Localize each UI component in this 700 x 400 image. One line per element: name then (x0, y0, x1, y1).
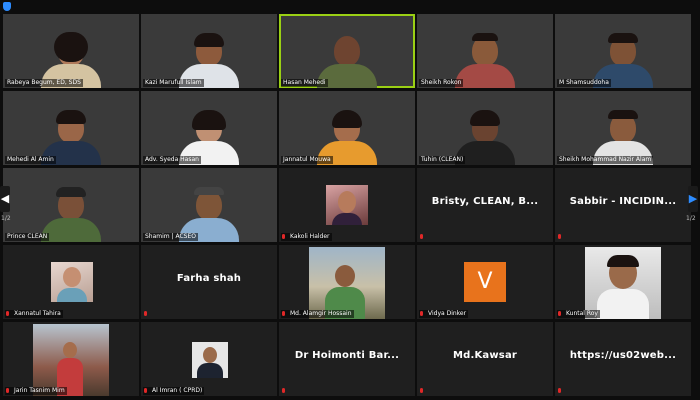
participant-name: Tuhin (CLEAN) (419, 156, 466, 164)
participant-tile[interactable]: V Vidya Dinker (417, 245, 553, 319)
muted-mic-icon (143, 311, 148, 318)
page-indicator-left: 1/2 (1, 215, 11, 222)
participant-tile-active-speaker[interactable]: Hasan Mehedi (279, 14, 415, 88)
previous-page-button[interactable]: ◀ (0, 186, 10, 212)
participant-name: Md. Alamgir Hossain (281, 310, 354, 318)
participant-name: Sheikh Mohammad Nazir Alam (557, 156, 654, 164)
participant-tile[interactable]: Sabbir - INCIDIN... (555, 168, 691, 242)
participant-tile[interactable]: Dr Hoimonti Bar... (279, 322, 415, 396)
participant-name: Sheikh Rokon (419, 79, 464, 87)
participant-name: Xannatul Tahira (5, 310, 63, 318)
profile-photo (192, 342, 228, 378)
gallery-view: Rabeya Begum, ED, SDS Kazi Marufull Isla… (0, 0, 700, 400)
participant-tile[interactable]: Md.Kawsar (417, 322, 553, 396)
participant-tile[interactable]: Jarin Tasnim Mim (3, 322, 139, 396)
participant-tile[interactable]: Xannatul Tahira (3, 245, 139, 319)
participant-name: Prince CLEAN (5, 233, 50, 241)
participant-tile[interactable]: Kuntal Roy (555, 245, 691, 319)
page-indicator-right: 1/2 (686, 215, 696, 222)
participant-tile[interactable]: Sheikh Mohammad Nazir Alam (555, 91, 691, 165)
muted-mic-icon (5, 388, 10, 395)
participant-tile[interactable]: Farha shah (141, 245, 277, 319)
participant-display-name: Bristy, CLEAN, B... (431, 196, 539, 207)
participant-tile[interactable]: Mehedi Al Amin (3, 91, 139, 165)
profile-photo (309, 247, 385, 319)
participant-name: Rabeya Begum, ED, SDS (5, 79, 83, 87)
participant-tile[interactable]: Md. Alamgir Hossain (279, 245, 415, 319)
participant-name: Vidya Dinker (419, 310, 469, 318)
participant-tile[interactable]: Shamim | ACSEO (141, 168, 277, 242)
participant-name: Kuntal Roy (557, 310, 600, 318)
avatar-letter: V (464, 262, 506, 302)
muted-mic-icon (281, 311, 286, 318)
next-page-button[interactable]: ▶ (688, 186, 698, 212)
participant-display-name: https://us02web... (569, 350, 677, 361)
participant-name: Al Imran ( CPRD) (143, 387, 205, 395)
participant-name: Kakoli Halder (281, 233, 332, 241)
muted-mic-icon (557, 311, 562, 318)
muted-mic-icon (419, 388, 424, 395)
participant-video (41, 187, 101, 242)
participant-tile[interactable]: Rabeya Begum, ED, SDS (3, 14, 139, 88)
participant-tile[interactable]: Adv. Syeda Hasan (141, 91, 277, 165)
participant-tile[interactable]: https://us02web... (555, 322, 691, 396)
participant-name: Kazi Marufull Islam (143, 79, 204, 87)
participant-name: Mehedi Al Amin (5, 156, 56, 164)
participant-tile[interactable]: Tuhin (CLEAN) (417, 91, 553, 165)
participant-name: Hasan Mehedi (281, 79, 328, 87)
participant-display-name: Dr Hoimonti Bar... (294, 350, 400, 361)
muted-mic-icon (419, 311, 424, 318)
participant-name: Jannatul Mouwa (281, 156, 333, 164)
participant-tile[interactable]: Kazi Marufull Islam (141, 14, 277, 88)
muted-mic-icon (5, 311, 10, 318)
participant-tile[interactable]: Prince CLEAN (3, 168, 139, 242)
muted-mic-icon (281, 388, 286, 395)
profile-photo (585, 247, 661, 319)
participant-name: Shamim | ACSEO (143, 233, 198, 241)
muted-mic-icon (281, 234, 286, 241)
participant-video (455, 33, 515, 88)
participant-tile[interactable]: Bristy, CLEAN, B... (417, 168, 553, 242)
muted-mic-icon (419, 234, 424, 241)
participant-name: Adv. Syeda Hasan (143, 156, 201, 164)
participant-tile[interactable]: Kakoli Halder (279, 168, 415, 242)
security-shield-icon[interactable] (3, 2, 11, 11)
participant-name: Jarin Tasnim Mim (5, 387, 67, 395)
profile-photo (326, 185, 368, 225)
participant-tile[interactable]: Sheikh Rokon (417, 14, 553, 88)
participant-display-name: Farha shah (176, 273, 242, 284)
participant-tile[interactable]: Al Imran ( CPRD) (141, 322, 277, 396)
muted-mic-icon (557, 388, 562, 395)
profile-photo (51, 262, 93, 302)
participant-tile[interactable]: M Shamsuddoha (555, 14, 691, 88)
profile-photo (33, 324, 109, 396)
participant-display-name: Sabbir - INCIDIN... (569, 196, 677, 207)
participant-display-name: Md.Kawsar (452, 350, 518, 361)
participant-tile[interactable]: Jannatul Mouwa (279, 91, 415, 165)
participant-name: M Shamsuddoha (557, 79, 611, 87)
muted-mic-icon (143, 388, 148, 395)
muted-mic-icon (557, 234, 562, 241)
